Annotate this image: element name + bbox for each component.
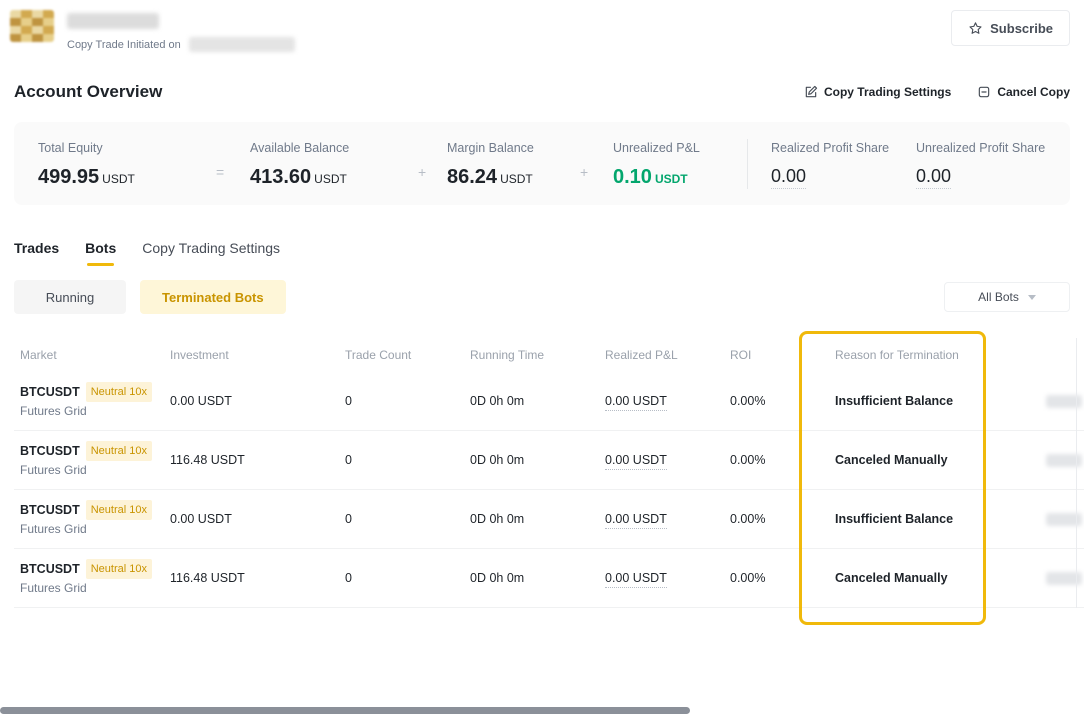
investment-cell: 0.00 USDT xyxy=(164,394,339,408)
copy-trading-page: Copy Trade Initiated on Subscribe Accoun… xyxy=(0,0,1084,726)
stat-unrealized-profit-share: Unrealized Profit Share 0.00 xyxy=(916,141,1045,187)
investment-cell: 116.48 USDT xyxy=(164,453,339,467)
stat-margin-balance: Margin Balance 86.24USDT xyxy=(447,141,534,189)
trader-meta: Copy Trade Initiated on xyxy=(67,10,295,52)
market-symbol: BTCUSDT xyxy=(20,501,80,519)
running-time-cell: 0D 0h 0m xyxy=(464,394,599,408)
running-time-cell: 0D 0h 0m xyxy=(464,512,599,526)
market-cell: BTCUSDT Neutral 10x Futures Grid xyxy=(14,500,164,538)
all-bots-dropdown[interactable]: All Bots xyxy=(944,282,1070,312)
table-row: BTCUSDT Neutral 10x Futures Grid 116.48 … xyxy=(14,431,1084,490)
overview-header: Account Overview Copy Trading Settings C… xyxy=(14,82,1070,102)
leverage-tag: Neutral 10x xyxy=(86,500,152,520)
header-reason: Reason for Termination xyxy=(829,348,1076,362)
plus-operator: + xyxy=(580,164,588,180)
roi-cell: 0.00% xyxy=(724,512,829,526)
market-symbol: BTCUSDT xyxy=(20,560,80,578)
strategy-type: Futures Grid xyxy=(20,520,164,538)
copy-trading-settings-link[interactable]: Copy Trading Settings xyxy=(804,85,951,99)
cancel-copy-label: Cancel Copy xyxy=(997,85,1070,99)
market-symbol: BTCUSDT xyxy=(20,383,80,401)
copy-trade-initiated-label: Copy Trade Initiated on xyxy=(67,39,181,51)
market-symbol: BTCUSDT xyxy=(20,442,80,460)
trade-count-cell: 0 xyxy=(339,453,464,467)
trader-avatar[interactable] xyxy=(10,10,54,42)
header-realized-pnl: Realized P&L xyxy=(599,348,724,362)
stats-divider xyxy=(747,139,748,189)
market-cell: BTCUSDT Neutral 10x Futures Grid xyxy=(14,382,164,420)
topbar: Copy Trade Initiated on Subscribe xyxy=(10,10,1070,52)
trade-count-cell: 0 xyxy=(339,394,464,408)
investment-cell: 116.48 USDT xyxy=(164,571,339,585)
strategy-type: Futures Grid xyxy=(20,579,164,597)
bots-filter-row: Running Terminated Bots All Bots xyxy=(14,280,1070,314)
table-row: BTCUSDT Neutral 10x Futures Grid 0.00 US… xyxy=(14,372,1084,431)
stat-unrealized-pnl: Unrealized P&L 0.10USDT xyxy=(613,141,700,189)
termination-reason-cell: Canceled Manually xyxy=(829,453,1076,467)
tab-copy-trading-settings[interactable]: Copy Trading Settings xyxy=(142,240,280,266)
main-tabs: Trades Bots Copy Trading Settings xyxy=(14,240,280,266)
horizontal-scrollbar[interactable] xyxy=(0,707,690,714)
trade-count-cell: 0 xyxy=(339,512,464,526)
stat-total-equity: Total Equity 499.95USDT xyxy=(38,141,135,189)
header-trade-count: Trade Count xyxy=(339,348,464,362)
leverage-tag: Neutral 10x xyxy=(86,441,152,461)
termination-reason-cell: Canceled Manually xyxy=(829,571,1076,585)
running-time-cell: 0D 0h 0m xyxy=(464,571,599,585)
stat-available-balance: Available Balance 413.60USDT xyxy=(250,141,349,189)
redacted-initiated-date xyxy=(189,37,295,52)
terminated-bots-table: Market Investment Trade Count Running Ti… xyxy=(14,338,1084,608)
table-row: BTCUSDT Neutral 10x Futures Grid 116.48 … xyxy=(14,549,1084,608)
table-row: BTCUSDT Neutral 10x Futures Grid 0.00 US… xyxy=(14,490,1084,549)
termination-reason-cell: Insufficient Balance xyxy=(829,512,1076,526)
market-cell: BTCUSDT Neutral 10x Futures Grid xyxy=(14,559,164,597)
chevron-down-icon xyxy=(1028,295,1036,300)
stat-realized-profit-share: Realized Profit Share 0.00 xyxy=(771,141,889,187)
page-title: Account Overview xyxy=(14,82,162,102)
roi-cell: 0.00% xyxy=(724,394,829,408)
copy-trading-settings-label: Copy Trading Settings xyxy=(824,85,951,99)
plus-operator: + xyxy=(418,164,426,180)
equals-operator: = xyxy=(216,164,224,180)
leverage-tag: Neutral 10x xyxy=(86,382,152,402)
minus-square-icon xyxy=(977,85,991,99)
table-header-row: Market Investment Trade Count Running Ti… xyxy=(14,338,1084,372)
strategy-type: Futures Grid xyxy=(20,402,164,420)
investment-cell: 0.00 USDT xyxy=(164,512,339,526)
roi-cell: 0.00% xyxy=(724,453,829,467)
all-bots-dropdown-label: All Bots xyxy=(978,290,1019,304)
realized-pnl-cell: 0.00 USDT xyxy=(605,453,667,470)
account-stats-panel: Total Equity 499.95USDT = Available Bala… xyxy=(14,122,1070,205)
market-cell: BTCUSDT Neutral 10x Futures Grid xyxy=(14,441,164,479)
action-column-divider xyxy=(1076,338,1077,608)
header-investment: Investment xyxy=(164,348,339,362)
tab-trades[interactable]: Trades xyxy=(14,240,59,266)
header-market: Market xyxy=(14,348,164,362)
header-roi: ROI xyxy=(724,348,829,362)
header-running-time: Running Time xyxy=(464,348,599,362)
trader-block: Copy Trade Initiated on xyxy=(10,10,295,52)
leverage-tag: Neutral 10x xyxy=(86,559,152,579)
strategy-type: Futures Grid xyxy=(20,461,164,479)
running-filter-button[interactable]: Running xyxy=(14,280,126,314)
running-time-cell: 0D 0h 0m xyxy=(464,453,599,467)
realized-pnl-cell: 0.00 USDT xyxy=(605,394,667,411)
termination-reason-cell: Insufficient Balance xyxy=(829,394,1076,408)
terminated-bots-filter-button[interactable]: Terminated Bots xyxy=(140,280,286,314)
star-icon xyxy=(968,21,983,36)
edit-icon xyxy=(804,85,818,99)
roi-cell: 0.00% xyxy=(724,571,829,585)
subscribe-button[interactable]: Subscribe xyxy=(951,10,1070,46)
tab-bots[interactable]: Bots xyxy=(85,240,116,266)
realized-pnl-cell: 0.00 USDT xyxy=(605,512,667,529)
trade-count-cell: 0 xyxy=(339,571,464,585)
cancel-copy-link[interactable]: Cancel Copy xyxy=(977,85,1070,99)
subscribe-label: Subscribe xyxy=(990,21,1053,36)
realized-pnl-cell: 0.00 USDT xyxy=(605,571,667,588)
redacted-trader-name xyxy=(67,13,159,29)
